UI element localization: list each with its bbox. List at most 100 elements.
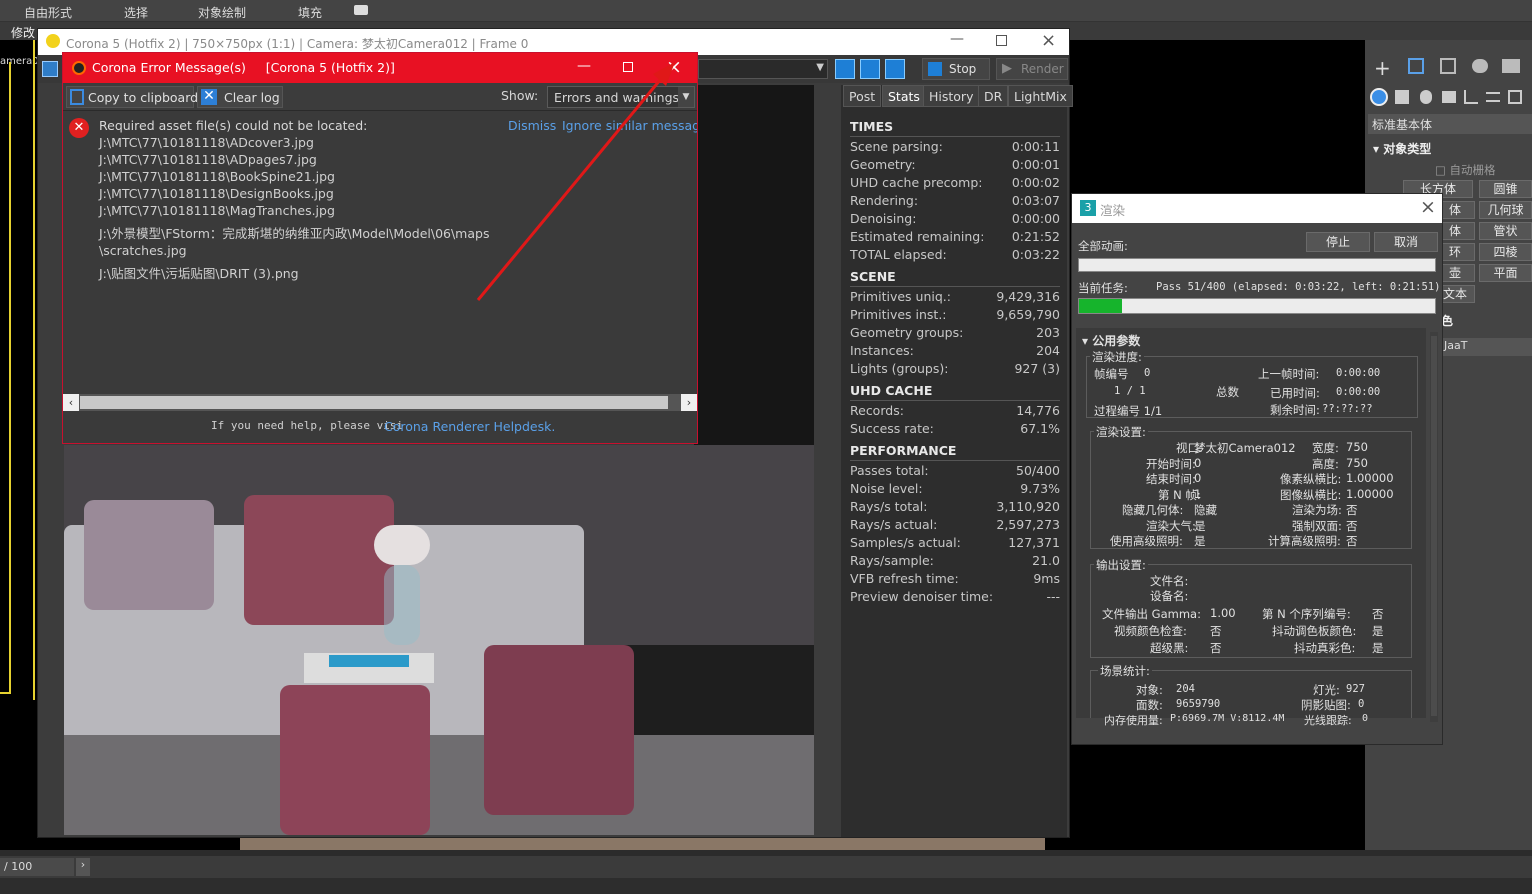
stats-key: Lights (groups):	[850, 361, 949, 376]
tube-button[interactable]: 管状	[1479, 222, 1532, 240]
autogrid-checkbox[interactable]: □ 自动栅格	[1435, 162, 1496, 178]
render-dialog-scrollbar[interactable]	[1430, 332, 1438, 722]
scrollbar-thumb[interactable]	[80, 396, 668, 409]
last-frame-time-label: 上一帧时间:	[1258, 367, 1320, 381]
modify-label[interactable]: 修改	[11, 24, 35, 41]
systems-icon[interactable]	[1508, 90, 1522, 104]
pause-button[interactable]: 停止	[1306, 232, 1370, 252]
common-params-rollout: ▾ 公用参数 渲染进度: 帧编号 0 1 / 1 总数 上一帧时间: 0:00:…	[1076, 328, 1426, 718]
geosphere-button[interactable]: 几何球	[1479, 201, 1532, 219]
stats-key: Instances:	[850, 343, 914, 358]
stats-divider	[850, 136, 1060, 137]
cone-button[interactable]: 圆锥	[1479, 180, 1532, 198]
scroll-left-icon[interactable]: ‹	[63, 394, 79, 411]
stats-key: UHD cache precomp:	[850, 175, 983, 190]
motion-tab-icon[interactable]	[1472, 59, 1488, 73]
next-frame-icon[interactable]: ›	[76, 858, 90, 876]
vfb-title: Corona 5 (Hotfix 2) | 750×750px (1:1) | …	[66, 37, 529, 51]
missing-file-path: J:\MTC\77\10181118\DesignBooks.jpg	[99, 186, 334, 201]
scroll-right-icon[interactable]: ›	[681, 394, 697, 411]
stats-key: VFB refresh time:	[850, 571, 959, 586]
dropdown-icon[interactable]	[354, 5, 368, 15]
lights-icon[interactable]	[1420, 90, 1432, 104]
tab-lightmix[interactable]: LightMix	[1008, 85, 1073, 107]
render-progress-label: 渲染进度:	[1090, 349, 1144, 365]
close-icon[interactable]: ×	[1420, 196, 1436, 218]
common-params-header[interactable]: ▾ 公用参数	[1082, 332, 1140, 349]
menu-object-paint[interactable]: 对象绘制	[198, 4, 246, 21]
copy-to-clipboard-button[interactable]: Copy to clipboard	[66, 86, 198, 108]
helpers-icon[interactable]	[1464, 90, 1478, 104]
track-ruler[interactable]	[0, 878, 1532, 894]
output-setting-value: 是	[1372, 641, 1384, 655]
clear-label: Clear log	[224, 90, 280, 105]
output-setting-value: 否	[1210, 624, 1222, 638]
red-arrow-annotation	[476, 62, 675, 301]
stop-button[interactable]: Stop	[922, 58, 990, 80]
render-cushion	[244, 495, 394, 625]
menu-populate[interactable]: 填充	[298, 4, 322, 21]
horizontal-scrollbar[interactable]: ‹ ›	[63, 394, 697, 411]
render-button[interactable]: ▶ Render	[996, 58, 1068, 80]
render-setting-key: 图像纵横比:	[1280, 487, 1342, 502]
save-icon[interactable]	[42, 61, 58, 77]
tab-history[interactable]: History	[923, 85, 980, 107]
render-setting-value: 是	[1194, 518, 1206, 533]
shadow-maps-value: 0	[1358, 698, 1365, 710]
zoom-in-icon[interactable]	[835, 59, 855, 79]
plane-button[interactable]: 平面	[1479, 264, 1532, 282]
frame-count: 1 / 1	[1114, 385, 1146, 397]
clear-log-button[interactable]: ✕ Clear log	[197, 86, 283, 108]
render-settings-label: 渲染设置:	[1094, 424, 1148, 440]
scene-stats-label: 场景统计:	[1098, 663, 1152, 679]
object-name-field[interactable]: JaaT	[1441, 338, 1532, 356]
stats-value: 204	[1036, 343, 1060, 358]
time-slider[interactable]: / 100	[0, 858, 74, 876]
tab-post[interactable]: Post	[843, 85, 882, 107]
stats-value: 203	[1036, 325, 1060, 340]
geometry-icon[interactable]	[1370, 88, 1388, 106]
cancel-button[interactable]: 取消	[1374, 232, 1438, 252]
file-name-label: 文件名:	[1150, 574, 1189, 588]
render-setting-value: 750	[1346, 440, 1368, 454]
viewport-frame-line	[0, 692, 10, 694]
display-tab-icon[interactable]	[1502, 59, 1520, 73]
maximize-icon[interactable]	[996, 35, 1007, 46]
chevron-down-icon: ▼	[816, 62, 824, 73]
modify-tab-icon[interactable]	[1408, 58, 1424, 74]
hierarchy-tab-icon[interactable]	[1440, 58, 1456, 74]
render-pouf	[280, 685, 430, 835]
render-setting-key: 高度:	[1312, 456, 1339, 471]
render-setting-value: 1	[1194, 486, 1202, 501]
error-message-header: Required asset file(s) could not be loca…	[99, 118, 368, 133]
pyramid-button[interactable]: 四棱	[1479, 243, 1532, 261]
faces-label: 面数:	[1136, 698, 1163, 712]
render-setting-value: 否	[1346, 534, 1358, 548]
objects-label: 对象:	[1136, 683, 1163, 697]
cameras-icon[interactable]	[1442, 91, 1456, 103]
memory-label: 内存使用量:	[1104, 714, 1163, 727]
tab-dr[interactable]: DR	[978, 85, 1009, 107]
create-tab-icon[interactable]: +	[1374, 56, 1391, 80]
minimize-icon[interactable]: —	[950, 31, 964, 47]
stats-value: 21.0	[1032, 553, 1060, 568]
tab-stats[interactable]: Stats	[882, 85, 926, 107]
object-type-rollout[interactable]: ▾ 对象类型	[1373, 140, 1431, 157]
menu-freeform[interactable]: 自由形式	[24, 4, 72, 21]
missing-file-path: J:\MTC\77\10181118\MagTranches.jpg	[99, 203, 335, 218]
zoom-dropdown[interactable]: ▼	[698, 59, 828, 79]
output-setting-value: 否	[1372, 607, 1384, 621]
scrollbar-thumb[interactable]	[1431, 336, 1437, 716]
close-icon[interactable]: ×	[1041, 30, 1056, 51]
stats-row: Records: 14,776	[850, 403, 1060, 421]
stats-divider	[850, 460, 1060, 461]
menu-select[interactable]: 选择	[124, 4, 148, 21]
primitive-type-dropdown[interactable]: 标准基本体	[1368, 114, 1532, 134]
helpdesk-link[interactable]: Corona Renderer Helpdesk.	[384, 419, 555, 434]
shapes-icon[interactable]	[1395, 90, 1409, 104]
pass-number: 过程编号 1/1	[1094, 404, 1163, 418]
zoom-out-icon[interactable]	[860, 59, 880, 79]
missing-file-path: J:\贴图文件\污垢贴图\DRIT (3).png	[99, 266, 299, 281]
zoom-fit-icon[interactable]	[885, 59, 905, 79]
spacewarps-icon[interactable]	[1486, 92, 1500, 102]
